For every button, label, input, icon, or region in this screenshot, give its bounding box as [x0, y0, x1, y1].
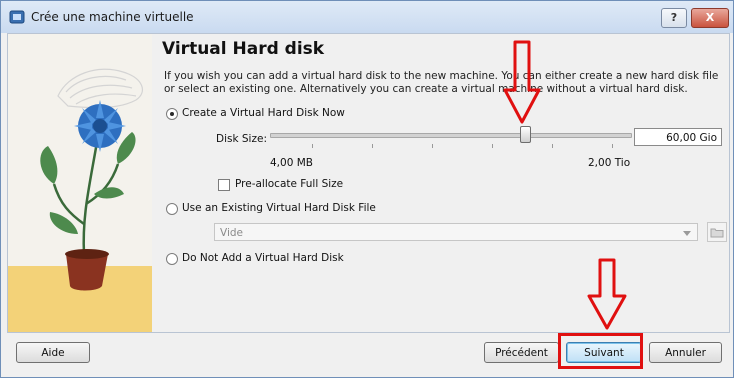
create-disk-radio[interactable]	[166, 108, 178, 120]
wizard-illustration	[8, 34, 152, 332]
disk-size-input[interactable]: 60,00 Gio	[634, 128, 722, 146]
slider-tick	[492, 144, 493, 148]
slider-tick	[312, 144, 313, 148]
back-button[interactable]: Précédent	[484, 342, 559, 363]
use-existing-radio[interactable]	[166, 203, 178, 215]
next-button[interactable]: Suivant	[566, 342, 642, 363]
cancel-button[interactable]: Annuler	[649, 342, 722, 363]
choose-disk-button[interactable]	[707, 222, 727, 242]
page-title: Virtual Hard disk	[162, 39, 325, 59]
title-bar: Crée une machine virtuelle ? X	[1, 1, 733, 33]
help-title-button[interactable]: ?	[661, 8, 687, 28]
close-window-button[interactable]: X	[691, 8, 729, 28]
plant-illustration-icon	[8, 34, 152, 332]
slider-tick	[372, 144, 373, 148]
preallocate-label[interactable]: Pre-allocate Full Size	[235, 178, 343, 190]
page-description: If you wish you can add a virtual hard d…	[164, 70, 719, 95]
chevron-down-icon	[683, 231, 691, 236]
help-button[interactable]: Aide	[16, 342, 90, 363]
wizard-window: Crée une machine virtuelle ? X Virtual H…	[0, 0, 734, 378]
virtualbox-app-icon	[9, 10, 25, 24]
existing-disk-select[interactable]: Vide	[214, 223, 698, 241]
slider-max-label: 2,00 Tio	[588, 157, 631, 169]
wizard-content: Virtual Hard disk If you wish you can ad…	[7, 33, 730, 333]
slider-min-label: 4,00 MB	[270, 157, 313, 169]
wizard-page: Virtual Hard disk If you wish you can ad…	[152, 34, 729, 332]
existing-disk-select-value: Vide	[220, 227, 243, 239]
window-title: Crée une machine virtuelle	[31, 10, 194, 24]
preallocate-checkbox[interactable]	[218, 179, 230, 191]
create-disk-label[interactable]: Create a Virtual Hard Disk Now	[182, 107, 345, 119]
disk-size-slider-handle[interactable]	[520, 126, 531, 143]
no-disk-radio[interactable]	[166, 253, 178, 265]
disk-size-slider[interactable]	[270, 133, 632, 138]
slider-tick	[432, 144, 433, 148]
no-disk-label[interactable]: Do Not Add a Virtual Hard Disk	[182, 252, 344, 264]
disk-size-label: Disk Size:	[216, 133, 267, 145]
slider-tick	[612, 144, 613, 148]
slider-tick	[552, 144, 553, 148]
folder-icon	[710, 228, 724, 238]
use-existing-label[interactable]: Use an Existing Virtual Hard Disk File	[182, 202, 376, 214]
